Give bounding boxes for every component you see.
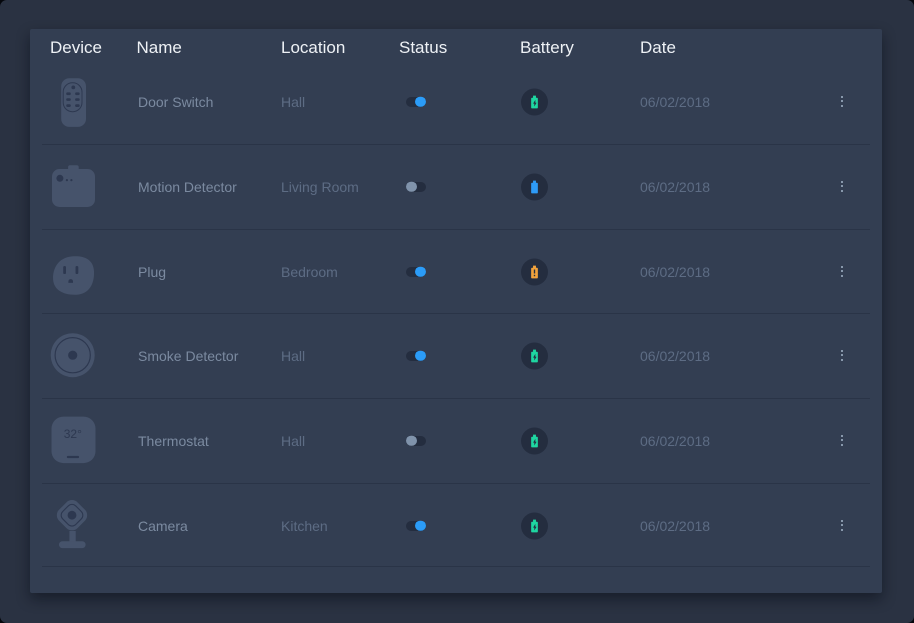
svg-text:32°: 32°	[64, 427, 82, 441]
